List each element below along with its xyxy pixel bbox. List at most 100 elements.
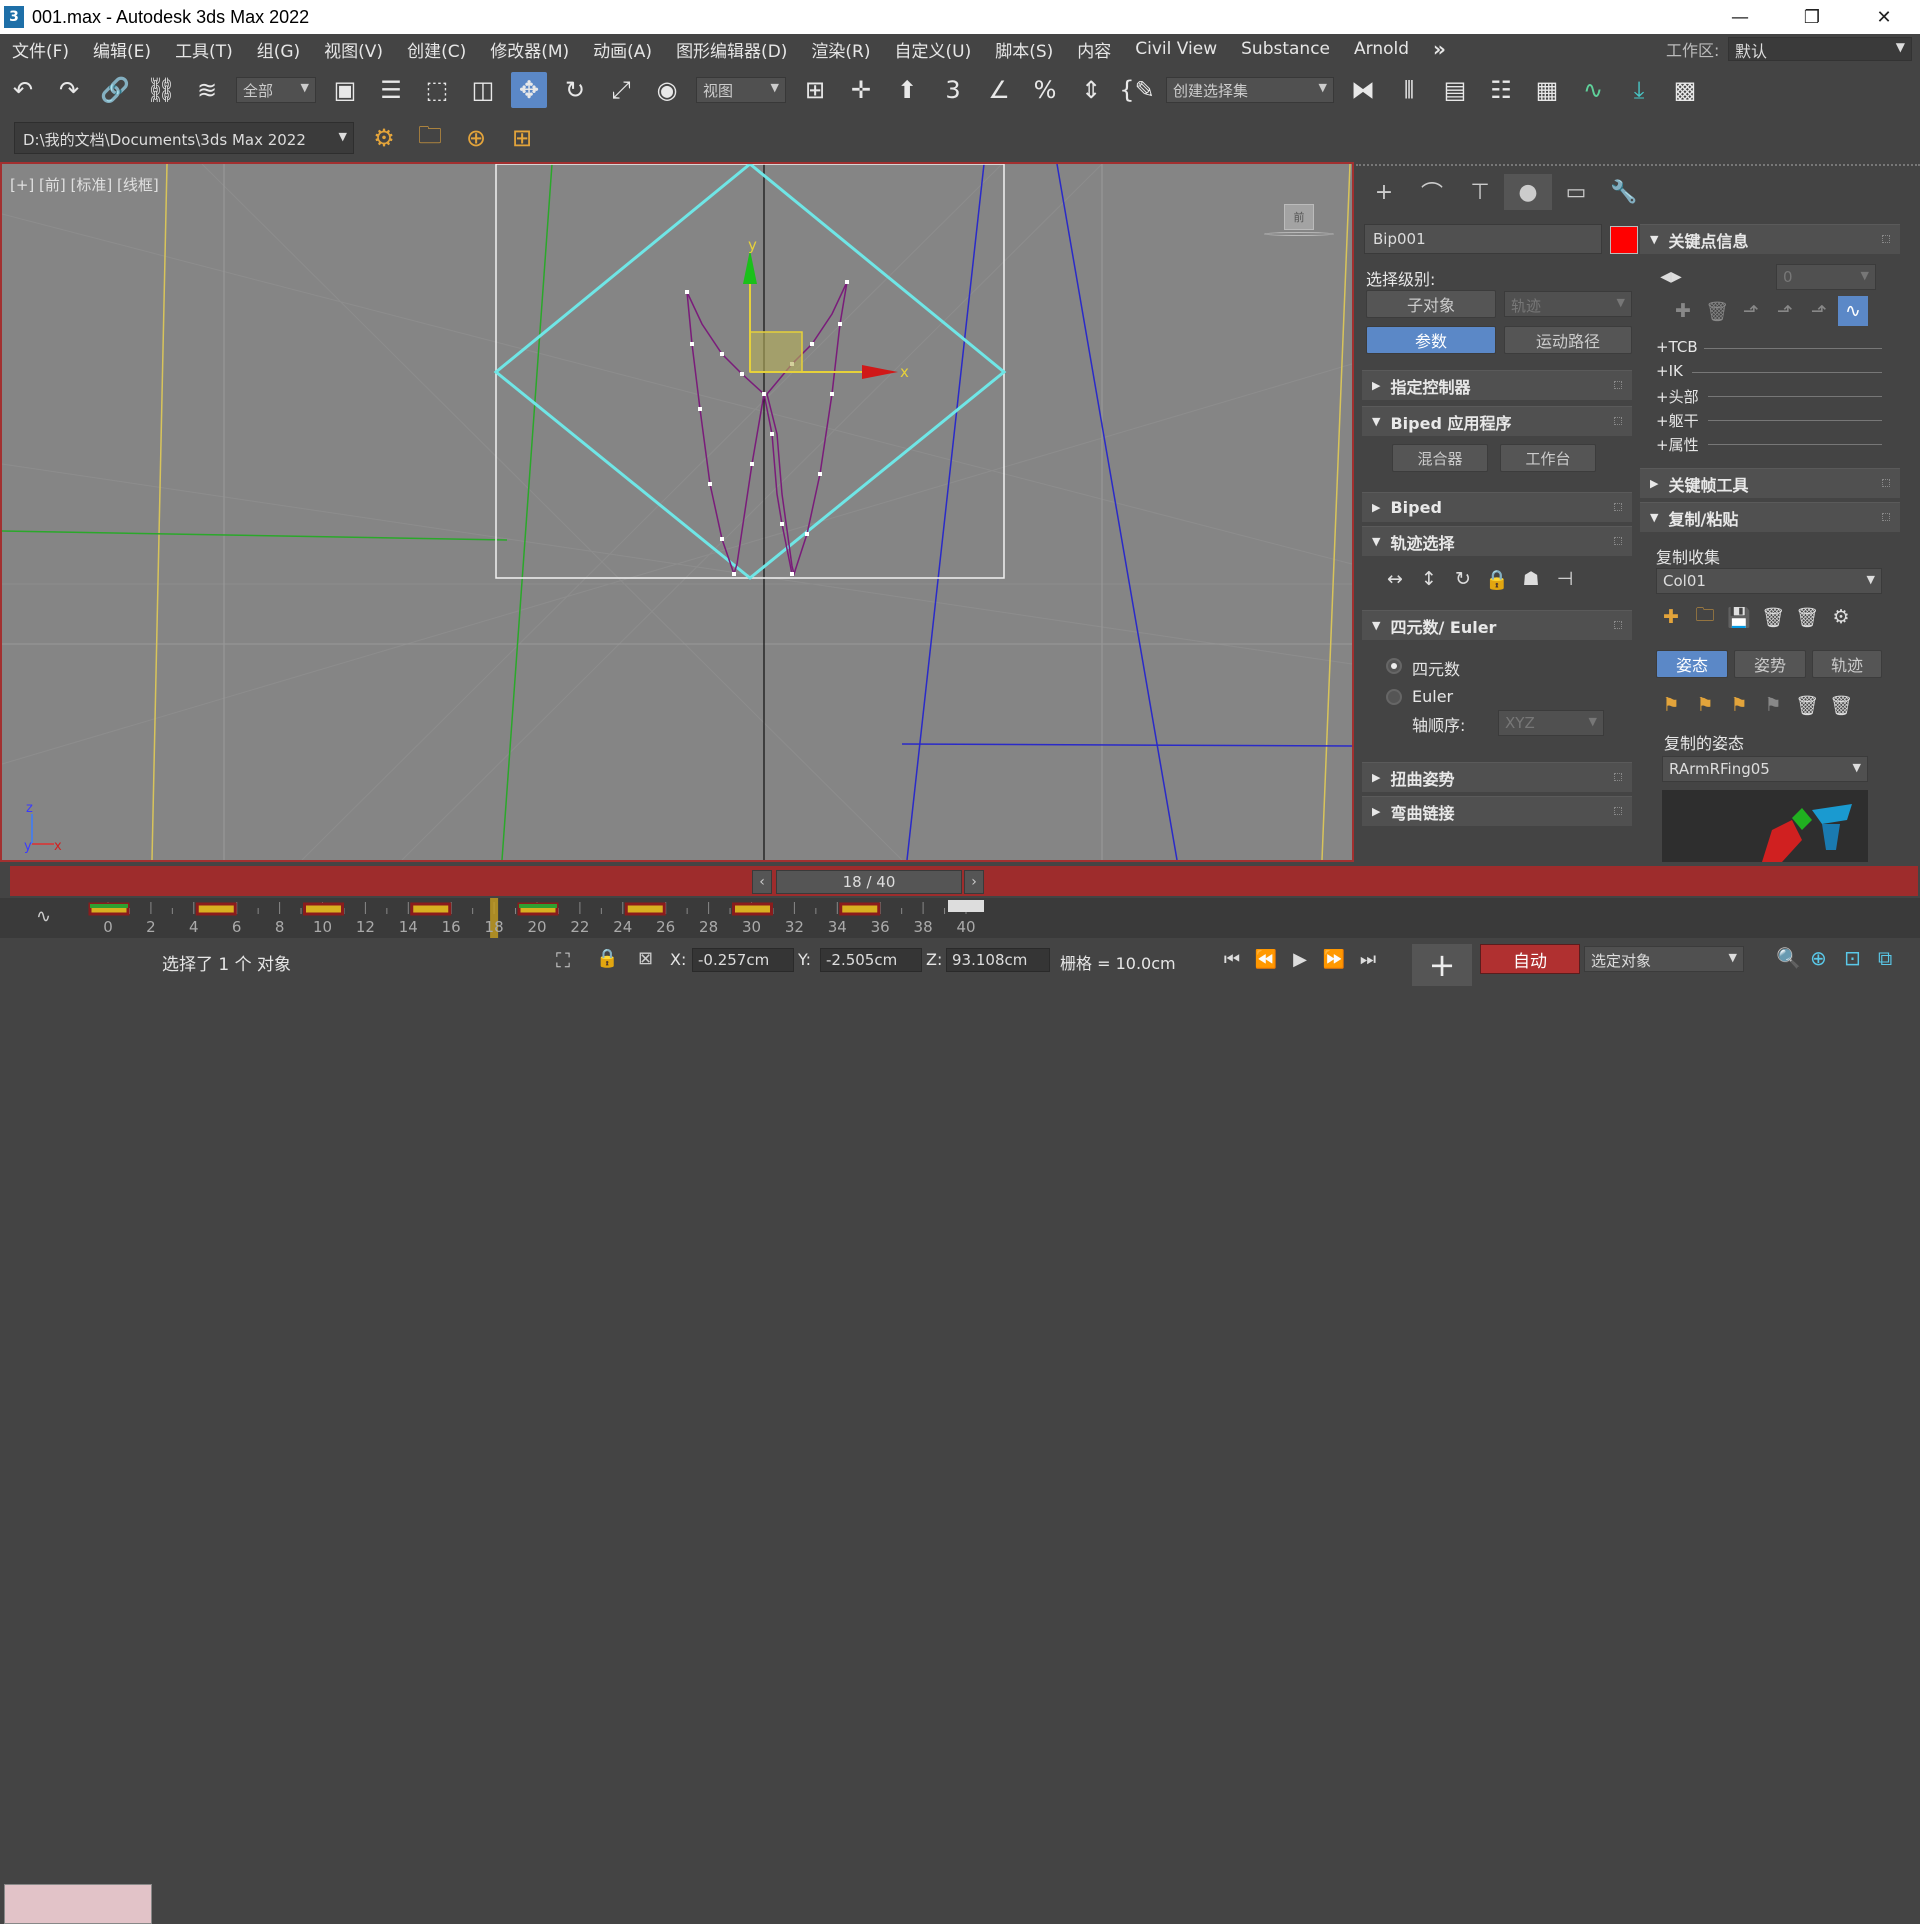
keyboard-shortcut-icon[interactable]: ⬆ [889,72,925,108]
load-collection-icon[interactable]: 🗀 [1690,602,1720,632]
rollout-biped-apps[interactable]: ▼ Biped 应用程序 [1362,406,1632,436]
keyframe-marker[interactable] [410,902,452,916]
set-key-icon[interactable]: ✚ [1668,296,1698,326]
set-planted-key-icon[interactable]: ⬏ [1736,296,1766,326]
schematic-view-icon[interactable]: ⤓ [1621,72,1657,108]
curve-icon[interactable]: ∿ [1838,296,1868,326]
body-rotation-icon[interactable]: ↻ [1448,564,1478,594]
menu-animation[interactable]: 动画(A) [581,37,664,62]
menu-group[interactable]: 组(G) [245,37,312,62]
track-body[interactable]: +躯干 [1656,410,1699,431]
menu-file[interactable]: 文件(F) [0,37,81,62]
rollout-twist-poses[interactable]: ▶ 扭曲姿势 [1362,762,1632,792]
rollout-keyframing-tools[interactable]: ▶ 关键帧工具 [1640,468,1900,498]
selection-lock-icon[interactable]: 🔒 [596,948,618,969]
percent-snap-icon[interactable]: % [1027,72,1063,108]
axis-order-select[interactable]: XYZ [1498,710,1604,736]
keyframe-marker[interactable] [624,902,666,916]
unlink-icon[interactable]: ⛓ [143,72,179,108]
place-icon[interactable]: ◉ [649,72,685,108]
auto-key-button[interactable]: 自动 [1480,944,1580,974]
mixer-button[interactable]: 混合器 [1392,444,1488,472]
symmetrical-icon[interactable]: ☗ [1516,564,1546,594]
panel-grip[interactable] [1356,164,1920,170]
track-ik[interactable]: +IK [1656,362,1683,380]
modify-tab-icon[interactable]: ⌒ [1408,174,1456,210]
front-viewport[interactable]: y x z y x [+] [前] [标准] [线框] 前 [0,162,1354,862]
select-by-name-icon[interactable]: ☰ [373,72,409,108]
spinner-snap-icon[interactable]: ⇕ [1073,72,1109,108]
angle-snap-icon[interactable]: ∠ [981,72,1017,108]
track-props[interactable]: +属性 [1656,434,1699,455]
project-create-icon[interactable]: ⊕ [458,120,494,156]
delete-collection-icon[interactable]: 🗑 [1758,602,1788,632]
menu-view[interactable]: 视图(V) [312,37,395,62]
project-structure-icon[interactable]: ⊞ [504,120,540,156]
viewcube-ring[interactable] [1264,232,1334,236]
previous-frame-icon[interactable]: ⏪ [1252,946,1280,972]
track-tcb[interactable]: +TCB [1656,338,1698,356]
subobject-button[interactable]: 子对象 [1366,290,1496,318]
trajectory-select[interactable]: 轨迹 [1504,291,1632,317]
app-icon[interactable]: 3 [4,6,24,28]
zoom-icon[interactable]: 🔍 [1776,946,1801,970]
menu-rendering[interactable]: 渲染(R) [799,37,882,62]
menu-create[interactable]: 创建(C) [395,37,478,62]
z-coord-field[interactable]: 93.108cm [946,948,1050,972]
isolate-selection-icon[interactable]: ⛶ [556,948,570,972]
prev-frame-arrow-icon[interactable]: ‹ [752,870,772,894]
delete-key-icon[interactable]: 🗑 [1702,296,1732,326]
align-icon[interactable]: ⫴ [1391,72,1427,108]
menu-tools[interactable]: 工具(T) [163,37,245,62]
copy-posture-icon[interactable]: ⚑ [1656,690,1686,720]
named-selection-dropdown[interactable]: 创建选择集 [1166,77,1334,103]
menu-substance[interactable]: Substance [1229,39,1342,59]
copy-collection-select[interactable]: Col01 [1656,568,1882,594]
display-tab-icon[interactable]: ▭ [1552,174,1600,210]
key-filter-select[interactable]: 选定对象 [1584,946,1744,972]
rollout-copy-paste[interactable]: ▼ 复制/粘贴 [1640,502,1900,532]
parameters-button[interactable]: 参数 [1366,326,1496,354]
window-crossing-icon[interactable]: ◫ [465,72,501,108]
viewport-label[interactable]: [+] [前] [标准] [线框] [10,174,159,195]
snaps-toggle-icon[interactable]: 3 [935,72,971,108]
rollout-key-info[interactable]: ▼ 关键点信息 [1640,224,1900,254]
scene-explorer-icon[interactable]: ▤ [1437,72,1473,108]
pivot-center-icon[interactable]: ⊞ [797,72,833,108]
motion-paths-button[interactable]: 运动路径 [1504,326,1632,354]
menu-scripting[interactable]: 脚本(S) [983,37,1065,62]
link-icon[interactable]: 🔗 [97,72,133,108]
select-object-icon[interactable]: ▣ [327,72,363,108]
menu-graph-editors[interactable]: 图形编辑器(D) [664,37,799,62]
mirror-icon[interactable]: ⧓ [1345,72,1381,108]
undo-icon[interactable]: ↶ [5,72,41,108]
restore-button[interactable]: ❐ [1776,0,1848,34]
rollout-quaternion-euler[interactable]: ▼ 四元数/ Euler [1362,610,1632,640]
menu-arnold[interactable]: Arnold [1342,39,1421,59]
zoom-extents-all-icon[interactable]: ⧉ [1878,946,1892,970]
opposite-icon[interactable]: ⊣ [1550,564,1580,594]
prev-key-icon[interactable]: ◀▶ [1656,262,1686,292]
body-horizontal-icon[interactable]: ↔ [1380,564,1410,594]
delete-all-postures-icon[interactable]: 🗑 [1826,690,1856,720]
quaternion-radio[interactable] [1386,658,1402,674]
move-icon[interactable]: ✥ [511,72,547,108]
redo-icon[interactable]: ↷ [51,72,87,108]
lock-com-icon[interactable]: 🔒 [1482,564,1512,594]
paste-opposite-icon[interactable]: ⚑ [1724,690,1754,720]
tab-track[interactable]: 轨迹 [1812,650,1882,678]
keyframe-marker[interactable] [839,902,881,916]
scale-icon[interactable]: ⤢ [603,72,639,108]
rollout-bend-links[interactable]: ▶ 弯曲链接 [1362,796,1632,826]
menu-customize[interactable]: 自定义(U) [883,37,984,62]
keyframe-marker[interactable] [303,902,344,916]
project-path-dropdown[interactable]: D:\我的文档\Documents\3ds Max 2022 [14,122,354,154]
object-color-swatch[interactable] [1610,226,1638,254]
menu-edit[interactable]: 编辑(E) [81,37,163,62]
menu-modifiers[interactable]: 修改器(M) [478,37,581,62]
next-frame-icon[interactable]: ⏩ [1320,946,1348,972]
ribbon-icon[interactable]: ▦ [1529,72,1565,108]
rotate-icon[interactable]: ↻ [557,72,593,108]
menu-content[interactable]: 内容 [1065,37,1123,62]
absolute-mode-icon[interactable]: ⊠ [638,948,653,969]
